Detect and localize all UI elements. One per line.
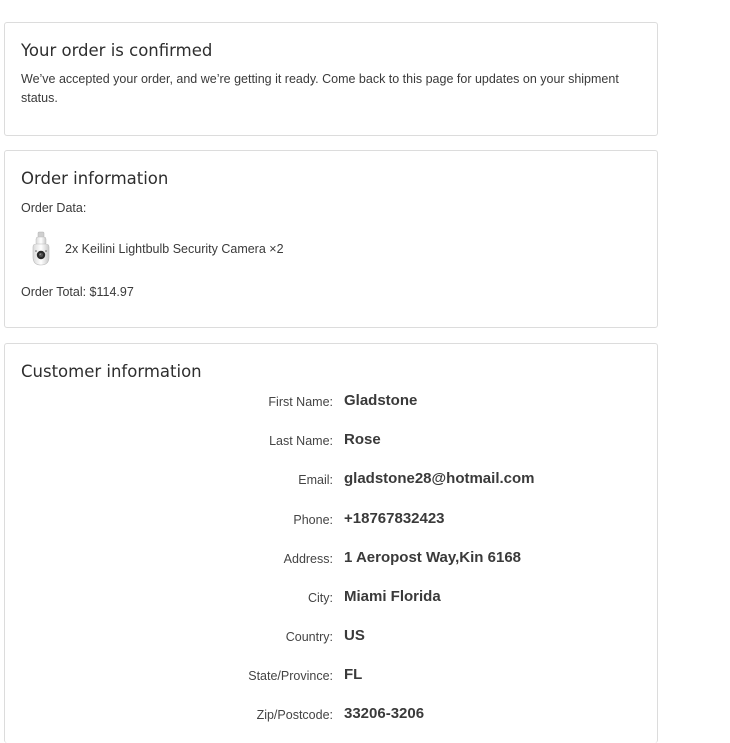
zip-value: 33206-3206 bbox=[344, 705, 425, 722]
address-value: 1 Aeropost Way,Kin 6168 bbox=[344, 549, 521, 566]
country-value: US bbox=[344, 627, 365, 644]
customer-information-panel: Customer information First Name: Gladsto… bbox=[4, 343, 658, 743]
order-item-name: 2x Keilini Lightbulb Security Camera ×2 bbox=[65, 242, 284, 256]
email-label: Email: bbox=[298, 473, 333, 487]
country-label: Country: bbox=[285, 630, 333, 644]
state-label: State/Province: bbox=[248, 669, 333, 683]
customer-field-first-name: First Name: Gladstone bbox=[5, 392, 659, 412]
order-confirmed-title: Your order is confirmed bbox=[21, 41, 213, 60]
zip-label: Zip/Postcode: bbox=[256, 708, 333, 722]
city-value: Miami Florida bbox=[344, 588, 441, 605]
customer-field-state: State/Province: FL bbox=[5, 666, 659, 686]
first-name-value: Gladstone bbox=[344, 392, 418, 409]
customer-field-phone: Phone: +18767832423 bbox=[5, 510, 659, 530]
first-name-label: First Name: bbox=[268, 395, 333, 409]
customer-information-title: Customer information bbox=[21, 362, 202, 381]
customer-field-zip: Zip/Postcode: 33206-3206 bbox=[5, 705, 659, 725]
order-data-label: Order Data: bbox=[21, 201, 87, 215]
order-information-panel: Order information Order Data: 2x Keilini… bbox=[4, 150, 658, 328]
customer-field-country: Country: US bbox=[5, 627, 659, 647]
last-name-value: Rose bbox=[344, 431, 381, 448]
order-total: Order Total: $114.97 bbox=[21, 285, 134, 299]
order-information-title: Order information bbox=[21, 169, 169, 188]
phone-value: +18767832423 bbox=[344, 510, 445, 527]
customer-field-last-name: Last Name: Rose bbox=[5, 431, 659, 451]
email-value: gladstone28@hotmail.com bbox=[344, 470, 535, 487]
lightbulb-camera-icon bbox=[27, 231, 55, 267]
state-value: FL bbox=[344, 666, 363, 683]
order-item: 2x Keilini Lightbulb Security Camera ×2 bbox=[27, 231, 284, 267]
customer-field-email: Email: gladstone28@hotmail.com bbox=[5, 470, 659, 490]
customer-field-city: City: Miami Florida bbox=[5, 588, 659, 608]
order-confirmed-message: We’ve accepted your order, and we’re get… bbox=[21, 72, 619, 105]
address-label: Address: bbox=[283, 552, 333, 566]
phone-label: Phone: bbox=[293, 513, 333, 527]
customer-field-address: Address: 1 Aeropost Way,Kin 6168 bbox=[5, 549, 659, 569]
last-name-label: Last Name: bbox=[269, 434, 333, 448]
order-confirmed-panel: Your order is confirmed We’ve accepted y… bbox=[4, 22, 658, 136]
city-label: City: bbox=[308, 591, 333, 605]
